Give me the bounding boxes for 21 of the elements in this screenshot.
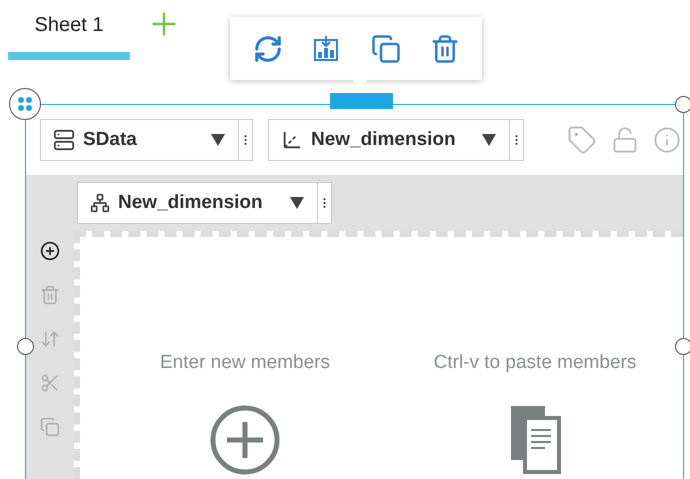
- refresh-icon[interactable]: [252, 34, 282, 64]
- copy-icon[interactable]: [370, 34, 400, 64]
- action-label: Ctrl-v to paste members: [434, 351, 636, 375]
- hierarchy-icon: [90, 193, 110, 213]
- resize-handle[interactable]: [17, 338, 34, 355]
- caret-icon: [289, 196, 305, 210]
- tag-icon[interactable]: [567, 125, 597, 155]
- action-label: Enter new members: [160, 351, 330, 375]
- sheet-tab[interactable]: Sheet 1: [8, 8, 130, 60]
- delete-icon[interactable]: [430, 34, 460, 64]
- resize-handle[interactable]: [675, 96, 690, 113]
- axes-icon: [281, 129, 303, 151]
- add-circle-icon[interactable]: [209, 404, 281, 476]
- move-handle[interactable]: [9, 88, 41, 120]
- lock-icon[interactable]: [611, 126, 639, 154]
- caret-icon: [210, 133, 226, 147]
- paste-documents-icon[interactable]: [509, 404, 561, 474]
- caret-icon: [481, 133, 497, 147]
- info-icon[interactable]: [653, 126, 681, 154]
- database-icon: [53, 129, 75, 151]
- add-icon[interactable]: [40, 241, 60, 261]
